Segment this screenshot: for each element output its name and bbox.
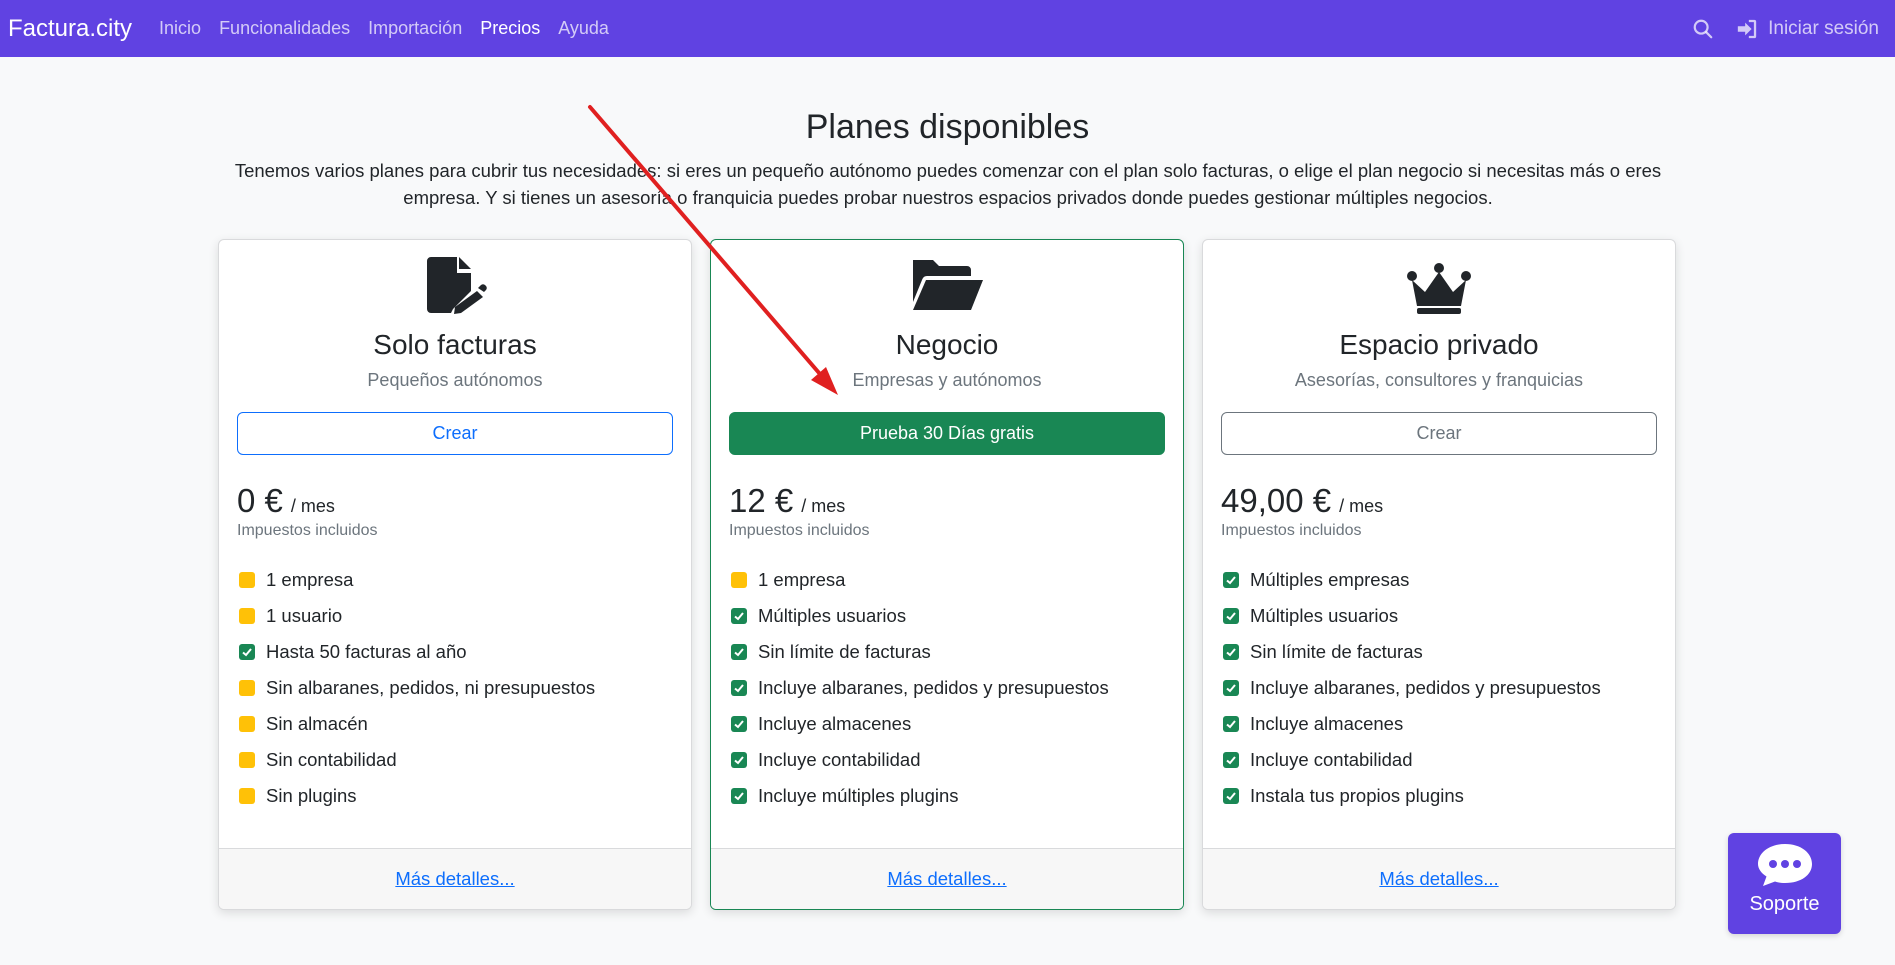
- plan-title: Solo facturas: [373, 329, 537, 360]
- more-details-link[interactable]: Más detalles...: [887, 868, 1006, 890]
- checkbox-checked-icon: [239, 644, 255, 660]
- tax-note: Impuestos incluidos: [237, 522, 378, 539]
- more-details-link[interactable]: Más detalles...: [395, 868, 514, 890]
- nav-right: Iniciar sesión: [1692, 0, 1879, 57]
- feature-list: 1 empresa 1 usuario Hasta 50 facturas al…: [239, 562, 595, 814]
- checkbox-checked-icon: [731, 644, 747, 660]
- plan-price: 12 € / mes: [729, 482, 845, 520]
- plan-subtitle: Pequeños autónomos: [367, 370, 543, 390]
- feature-item: Incluye almacenes: [1223, 706, 1601, 742]
- feature-item: Incluye albaranes, pedidos y presupuesto…: [1223, 670, 1601, 706]
- nav-link-ayuda[interactable]: Ayuda: [558, 18, 609, 39]
- checkbox-checked-icon: [1223, 572, 1239, 588]
- warning-square-icon: [239, 572, 255, 588]
- feature-item: Sin límite de facturas: [1223, 634, 1601, 670]
- price-period: / mes: [1339, 496, 1384, 516]
- feature-list: Múltiples empresas Múltiples usuarios Si…: [1223, 562, 1601, 814]
- nav-link-importacion[interactable]: Importación: [368, 18, 462, 39]
- price-amount: 12 €: [729, 482, 794, 519]
- checkbox-checked-icon: [1223, 608, 1239, 624]
- feature-item: 1 empresa: [731, 562, 1109, 598]
- card-footer: Más detalles...: [1203, 848, 1675, 909]
- top-navbar: Factura.city Inicio Funcionalidades Impo…: [0, 0, 1895, 57]
- feature-item: Hasta 50 facturas al año: [239, 634, 595, 670]
- plan-subtitle: Empresas y autónomos: [852, 370, 1042, 390]
- warning-square-icon: [239, 788, 255, 804]
- login-link[interactable]: Iniciar sesión: [1736, 18, 1879, 40]
- tax-note: Impuestos incluidos: [729, 522, 870, 539]
- feature-item: Incluye múltiples plugins: [731, 778, 1109, 814]
- checkbox-checked-icon: [1223, 788, 1239, 804]
- checkbox-checked-icon: [731, 608, 747, 624]
- checkbox-checked-icon: [731, 788, 747, 804]
- feature-item: Múltiples usuarios: [731, 598, 1109, 634]
- file-edit-icon: [219, 255, 691, 315]
- chat-bubble-icon: [1757, 844, 1812, 886]
- feature-item: Múltiples usuarios: [1223, 598, 1601, 634]
- feature-item: Incluye contabilidad: [1223, 742, 1601, 778]
- page-title: Planes disponibles: [805, 108, 1090, 146]
- nav-link-funcionalidades[interactable]: Funcionalidades: [219, 18, 350, 39]
- plan-title: Negocio: [895, 329, 999, 360]
- crown-icon: [1203, 255, 1675, 319]
- checkbox-checked-icon: [1223, 680, 1239, 696]
- plan-title: Espacio privado: [1339, 329, 1539, 360]
- warning-square-icon: [239, 680, 255, 696]
- tax-note: Impuestos incluidos: [1221, 522, 1362, 539]
- card-footer: Más detalles...: [711, 848, 1183, 909]
- plan-card-solo-facturas: Solo facturas Pequeños autónomos Crear 0…: [218, 239, 692, 910]
- feature-item: Incluye contabilidad: [731, 742, 1109, 778]
- warning-square-icon: [731, 572, 747, 588]
- feature-item: Sin almacén: [239, 706, 595, 742]
- feature-item: Múltiples empresas: [1223, 562, 1601, 598]
- feature-item: Incluye albaranes, pedidos y presupuesto…: [731, 670, 1109, 706]
- create-button[interactable]: Crear: [237, 412, 673, 455]
- price-period: / mes: [801, 496, 846, 516]
- login-label: Iniciar sesión: [1768, 17, 1879, 39]
- nav-link-inicio[interactable]: Inicio: [159, 18, 201, 39]
- checkbox-checked-icon: [1223, 716, 1239, 732]
- more-details-link[interactable]: Más detalles...: [1379, 868, 1498, 890]
- support-label: Soporte: [1749, 893, 1820, 915]
- feature-item: 1 usuario: [239, 598, 595, 634]
- price-amount: 49,00 €: [1221, 482, 1332, 519]
- checkbox-checked-icon: [1223, 752, 1239, 768]
- checkbox-checked-icon: [731, 716, 747, 732]
- feature-item: Sin albaranes, pedidos, ni presupuestos: [239, 670, 595, 706]
- plan-subtitle: Asesorías, consultores y franquicias: [1294, 370, 1584, 390]
- feature-item: Sin plugins: [239, 778, 595, 814]
- feature-item: Incluye almacenes: [731, 706, 1109, 742]
- warning-square-icon: [239, 716, 255, 732]
- feature-item: Instala tus propios plugins: [1223, 778, 1601, 814]
- price-amount: 0 €: [237, 482, 283, 519]
- sign-in-icon: [1736, 18, 1758, 40]
- plan-price: 0 € / mes: [237, 482, 335, 520]
- free-trial-button[interactable]: Prueba 30 Días gratis: [729, 412, 1165, 455]
- support-button[interactable]: Soporte: [1728, 833, 1841, 934]
- nav-links: Inicio Funcionalidades Importación Preci…: [159, 18, 609, 39]
- create-button[interactable]: Crear: [1221, 412, 1657, 455]
- folder-open-icon: [711, 255, 1183, 315]
- feature-item: Sin límite de facturas: [731, 634, 1109, 670]
- card-footer: Más detalles...: [219, 848, 691, 909]
- checkbox-checked-icon: [1223, 644, 1239, 660]
- checkbox-checked-icon: [731, 680, 747, 696]
- search-icon[interactable]: [1692, 18, 1714, 40]
- intro-text: Tenemos varios planes para cubrir tus ne…: [234, 160, 1662, 208]
- price-period: / mes: [290, 496, 335, 516]
- feature-item: Sin contabilidad: [239, 742, 595, 778]
- checkbox-checked-icon: [731, 752, 747, 768]
- plan-card-espacio-privado: Espacio privado Asesorías, consultores y…: [1202, 239, 1676, 910]
- plan-card-negocio: Negocio Empresas y autónomos Prueba 30 D…: [710, 239, 1184, 910]
- plan-price: 49,00 € / mes: [1221, 482, 1383, 520]
- feature-list: 1 empresa Múltiples usuarios Sin límite …: [731, 562, 1109, 814]
- feature-item: 1 empresa: [239, 562, 595, 598]
- brand-logo[interactable]: Factura.city: [8, 15, 132, 43]
- warning-square-icon: [239, 608, 255, 624]
- warning-square-icon: [239, 752, 255, 768]
- nav-link-precios[interactable]: Precios: [480, 18, 540, 39]
